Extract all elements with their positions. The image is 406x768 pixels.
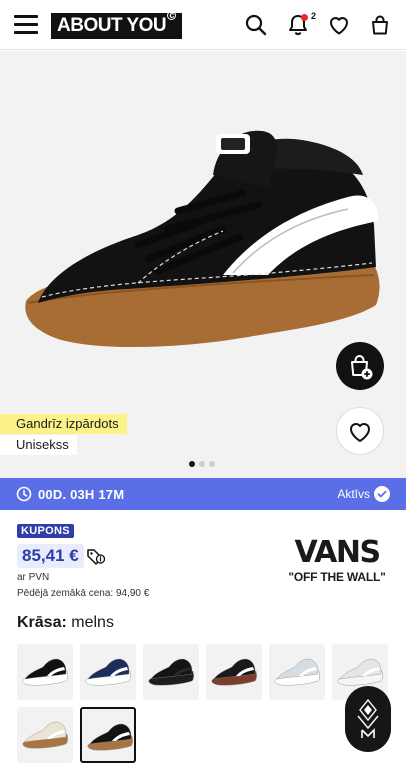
pagination-dot[interactable] bbox=[209, 461, 215, 467]
color-swatch-navy-white[interactable] bbox=[80, 644, 136, 700]
swatch-shoe-thumbnail bbox=[148, 658, 194, 686]
product-price: 85,41 € bbox=[17, 544, 84, 568]
bell-icon[interactable]: 2 bbox=[286, 11, 316, 37]
color-value: melns bbox=[71, 614, 114, 631]
logo-text: ABOUT YOU bbox=[57, 15, 167, 36]
color-swatch-black-white[interactable] bbox=[17, 644, 73, 700]
menu-icon[interactable] bbox=[14, 15, 38, 35]
unisex-tag: Unisekss bbox=[0, 435, 77, 455]
countdown-time: 00D. 03H 17M bbox=[38, 486, 125, 502]
notification-dot bbox=[301, 14, 308, 21]
heart-icon[interactable] bbox=[327, 13, 351, 37]
swatch-shoe-thumbnail bbox=[22, 721, 68, 749]
assistant-chat-button[interactable] bbox=[345, 686, 391, 752]
assistant-logo-icon bbox=[357, 698, 379, 738]
brand-slogan: "OFF THE WALL" bbox=[288, 570, 386, 584]
notification-count: 2 bbox=[310, 11, 316, 21]
swatch-shoe-thumbnail bbox=[211, 658, 257, 686]
color-swatch-brown-black[interactable] bbox=[206, 644, 262, 700]
pagination-dot-active[interactable] bbox=[189, 461, 195, 467]
low-stock-tag: Gandrīz izpārdots bbox=[0, 414, 127, 434]
bag-plus-icon bbox=[351, 355, 373, 380]
coupon-badge: KUPONS bbox=[17, 524, 74, 538]
pagination-dot[interactable] bbox=[199, 461, 205, 467]
coupon-status: Aktīvs bbox=[337, 487, 370, 501]
swatch-shoe-thumbnail bbox=[22, 658, 68, 686]
about-you-logo[interactable]: ABOUT YOU c bbox=[51, 11, 183, 39]
heart-icon bbox=[350, 423, 370, 442]
color-swatch-all-black[interactable] bbox=[143, 644, 199, 700]
price-tag-info-icon[interactable] bbox=[86, 548, 106, 566]
swatch-shoe-thumbnail bbox=[274, 658, 320, 686]
image-pagination-dots bbox=[189, 461, 215, 467]
checkmark-icon bbox=[374, 486, 390, 502]
brand-logo[interactable]: VANS "OFF THE WALL" bbox=[282, 535, 392, 585]
color-swatch-light-blue[interactable] bbox=[269, 644, 325, 700]
swatch-shoe-thumbnail bbox=[337, 658, 383, 686]
top-header: ABOUT YOU c 2 bbox=[0, 0, 406, 50]
product-image-gallery[interactable]: Gandrīz izpārdots Unisekss bbox=[0, 51, 406, 478]
wishlist-button[interactable] bbox=[336, 407, 384, 455]
product-shoe-image bbox=[25, 130, 380, 348]
brand-name: VANS bbox=[294, 535, 381, 570]
swatch-shoe-thumbnail bbox=[85, 658, 131, 686]
add-to-bag-button[interactable] bbox=[336, 342, 384, 390]
clock-icon bbox=[16, 486, 32, 502]
vat-note: ar PVN bbox=[17, 572, 50, 583]
swatch-shoe-thumbnail bbox=[87, 723, 133, 751]
color-label: Krāsa: melns bbox=[17, 614, 114, 632]
shopping-bag-icon[interactable] bbox=[368, 13, 392, 37]
color-swatch-black-gum[interactable] bbox=[80, 707, 136, 763]
lowest-price-note: Pēdējā zemākā cena: 94,90 € bbox=[17, 588, 150, 599]
search-icon[interactable] bbox=[244, 13, 268, 37]
color-swatch-cream-gum[interactable] bbox=[17, 707, 73, 763]
coupon-countdown-bar[interactable]: 00D. 03H 17M Aktīvs bbox=[0, 478, 406, 510]
color-label-key: Krāsa: bbox=[17, 614, 67, 631]
